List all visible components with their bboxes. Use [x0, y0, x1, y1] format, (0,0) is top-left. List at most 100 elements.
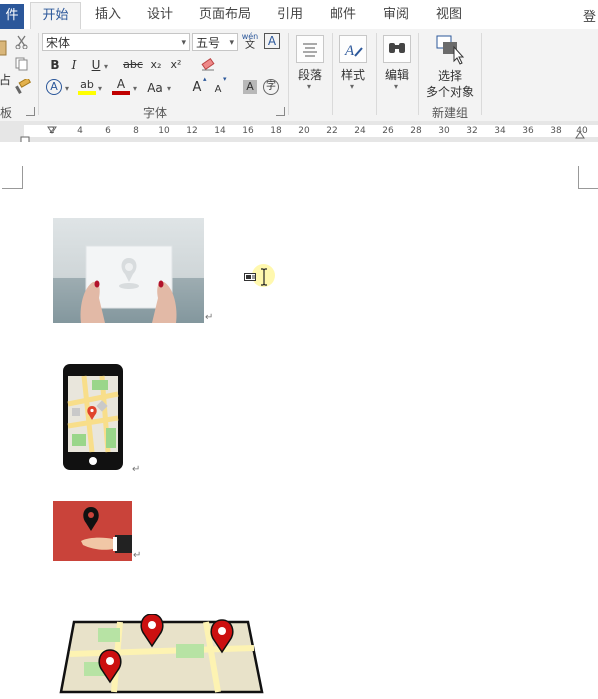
ruler-tick: 20 — [298, 126, 310, 136]
bold-button[interactable]: B — [48, 56, 62, 74]
group-separator — [38, 33, 39, 115]
group-separator — [288, 33, 289, 115]
font-color-text: A — [116, 77, 126, 91]
highlight-dropdown-icon[interactable]: ▾ — [98, 84, 102, 93]
document-page[interactable]: ↵ ↵ ↵ — [0, 142, 598, 696]
font-dialog-launcher[interactable] — [276, 107, 285, 116]
font-size-value: 五号 — [196, 36, 221, 50]
editing-button[interactable] — [383, 35, 411, 63]
tab-file[interactable]: 件 — [0, 4, 24, 29]
arrow-down-icon: ▾ — [223, 75, 227, 83]
ruler-tick: 38 — [550, 126, 562, 136]
new-group-label: 新建组 — [431, 106, 468, 120]
underline-button[interactable]: U — [90, 56, 102, 74]
tab-home[interactable]: 开始 — [30, 2, 81, 30]
ribbon: 占 板 宋体 ▾ 五号 ▾ wén 文 A B I U ▾ abc x₂ x² … — [0, 29, 598, 122]
ruler-tick: 40 — [576, 126, 588, 136]
paragraph-icon — [303, 43, 317, 57]
text-effects-dropdown-icon[interactable]: ▾ — [65, 84, 69, 93]
highlight-text: ab — [80, 78, 94, 91]
chevron-down-icon: ▾ — [181, 38, 186, 48]
ruler-tick: 18 — [270, 126, 282, 136]
ruler-tick: 28 — [410, 126, 422, 136]
chevron-down-icon: ▾ — [229, 38, 234, 48]
image-hands-paper[interactable] — [53, 218, 204, 323]
image-hand-pin[interactable] — [53, 501, 132, 561]
ruler-tick: 34 — [494, 126, 506, 136]
copy-icon[interactable] — [14, 57, 30, 74]
font-name-combo[interactable]: 宋体 ▾ — [42, 33, 190, 51]
clipboard-dialog-launcher[interactable] — [26, 107, 35, 116]
change-case-dropdown-icon[interactable]: ▾ — [167, 84, 171, 93]
character-border-button[interactable]: A — [264, 33, 280, 49]
crop-mark-left — [2, 166, 23, 189]
tab-view[interactable]: 视图 — [427, 0, 471, 29]
tab-references[interactable]: 引用 — [268, 0, 312, 29]
phone-map-illustration — [63, 364, 123, 470]
clear-formatting-icon[interactable] — [200, 56, 216, 75]
chevron-down-icon[interactable]: ▾ — [307, 82, 311, 91]
shrink-font-button[interactable]: A — [212, 81, 224, 99]
hands-paper-photo — [53, 218, 204, 323]
tab-review[interactable]: 审阅 — [374, 0, 418, 29]
chevron-down-icon[interactable]: ▾ — [350, 82, 354, 91]
paragraph-mark: ↵ — [205, 312, 214, 323]
superscript-button[interactable]: x² — [168, 56, 184, 74]
ruler-tick: 24 — [354, 126, 366, 136]
tab-design[interactable]: 设计 — [138, 0, 182, 29]
tab-page-layout[interactable]: 页面布局 — [195, 0, 255, 29]
paragraph-mark: ↵ — [133, 550, 142, 561]
horizontal-ruler[interactable]: 2 4 6 8 10 12 14 16 18 20 22 24 26 28 30… — [0, 121, 598, 145]
highlight-color-bar — [78, 91, 96, 95]
strikethrough-button[interactable]: abc — [122, 56, 144, 74]
cut-icon[interactable] — [14, 35, 30, 52]
clipboard-group-label: 板 — [0, 106, 13, 120]
format-painter-icon[interactable] — [14, 77, 32, 98]
layout-options-icon[interactable] — [244, 270, 256, 281]
ruler-tick: 26 — [382, 126, 394, 136]
ruler-tick: 10 — [158, 126, 170, 136]
underline-dropdown-icon[interactable]: ▾ — [104, 62, 108, 71]
font-color-button[interactable]: A — [112, 78, 130, 96]
styles-icon: A — [344, 43, 363, 59]
highlight-button[interactable]: ab — [78, 78, 96, 96]
character-shading-button[interactable]: A — [243, 80, 257, 94]
svg-text:A: A — [344, 43, 355, 59]
ruler-tick: 14 — [214, 126, 226, 136]
styles-button[interactable]: A — [339, 35, 367, 63]
paragraph-button[interactable] — [296, 35, 324, 63]
ruler-tick: 8 — [133, 126, 139, 136]
image-map-pins[interactable] — [58, 613, 266, 696]
crop-mark-right — [578, 166, 598, 189]
ruler-tick: 2 — [49, 126, 55, 136]
select-objects-label-1: 选择 — [437, 69, 462, 83]
grow-font-button[interactable]: A — [190, 79, 204, 97]
ruler-tick: 4 — [77, 126, 83, 136]
italic-button[interactable]: I — [68, 56, 80, 74]
ruler-tick: 6 — [105, 126, 111, 136]
phonetic-char: 文 — [245, 40, 255, 51]
ruler-tick: 16 — [242, 126, 254, 136]
text-effects-button[interactable]: A — [46, 79, 62, 95]
ruler-tick: 12 — [186, 126, 198, 136]
select-objects-icon — [436, 35, 465, 65]
change-case-button[interactable]: Aa — [146, 79, 164, 97]
image-phone-map[interactable] — [62, 364, 124, 470]
arrow-up-icon: ▴ — [203, 75, 207, 83]
enclose-characters-button[interactable]: 字 — [263, 79, 279, 95]
phonetic-guide-button[interactable]: wén 文 — [241, 32, 259, 52]
account-login[interactable]: 登 — [583, 6, 596, 25]
tab-mailings[interactable]: 邮件 — [321, 0, 365, 29]
font-size-combo[interactable]: 五号 ▾ — [192, 33, 238, 51]
hand-pin-illustration — [53, 501, 132, 561]
select-multiple-objects-button[interactable] — [434, 33, 468, 65]
subscript-button[interactable]: x₂ — [148, 56, 164, 74]
chevron-down-icon[interactable]: ▾ — [394, 82, 398, 91]
binoculars-icon — [389, 43, 405, 53]
group-separator — [418, 33, 419, 115]
group-separator — [332, 33, 333, 115]
font-color-dropdown-icon[interactable]: ▾ — [133, 84, 137, 93]
tab-insert[interactable]: 插入 — [86, 0, 130, 29]
font-group-label: 字体 — [142, 106, 167, 120]
group-separator — [481, 33, 482, 115]
